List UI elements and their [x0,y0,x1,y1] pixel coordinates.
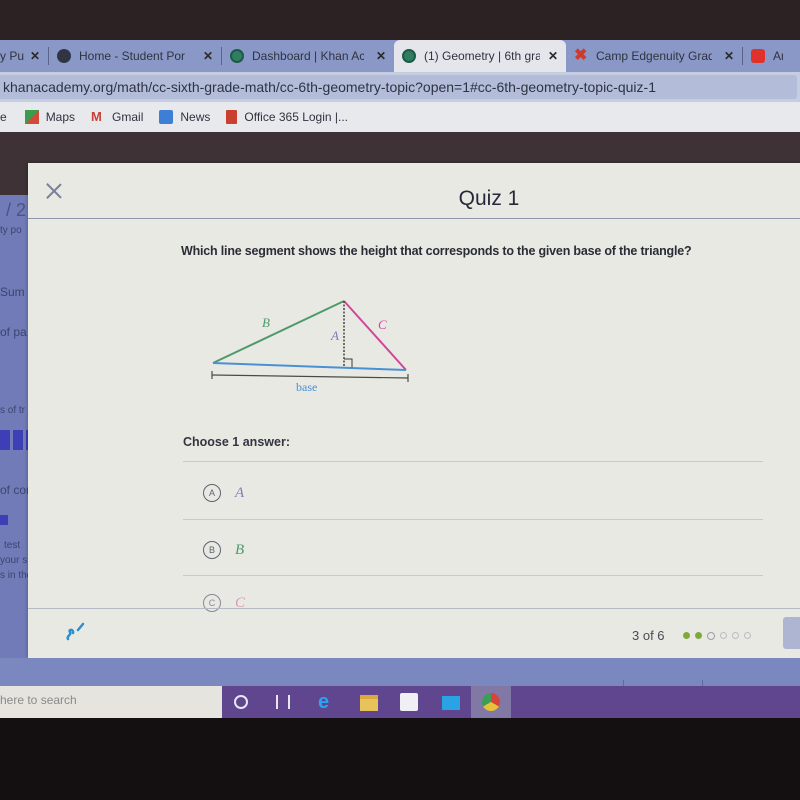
news-icon [159,110,174,124]
tab-title: y Pu [0,49,24,63]
scratchpad-pencil-icon[interactable] [64,621,86,643]
tab-close-icon[interactable]: ✕ [203,49,213,63]
bg-text: s of tr [0,405,26,416]
tab-close-icon[interactable]: ✕ [376,49,386,63]
globe-icon [57,49,71,63]
bookmark-news[interactable]: News [159,110,210,124]
progress-dot-5 [732,632,739,639]
progress-dot-4 [720,632,727,639]
choice-radio-b[interactable]: B [203,541,221,559]
choose-answer-label: Choose 1 answer: [183,435,290,449]
browser-tab-bar: y Pu ✕ Home - Student Portal ✕ Dashboard… [0,40,800,72]
address-bar: khanacademy.org/math/cc-sixth-grade-math… [0,72,800,102]
tab-title: Are [773,49,783,63]
bg-text: Sum [0,285,25,299]
choice-b[interactable]: B B [203,535,244,565]
bookmark-label: News [180,110,211,124]
edgenuity-x-icon: ✖ [574,47,588,64]
tab-title: Dashboard | Khan Acad [252,49,364,63]
bg-text: your s [0,555,28,566]
label-a: A [330,328,339,343]
divider [183,519,763,520]
bookmark-label: e [0,110,7,124]
screen: y Pu ✕ Home - Student Portal ✕ Dashboard… [0,0,800,800]
bg-text: ty po [0,225,22,236]
gmail-icon: M [91,109,102,124]
bookmark-apps[interactable]: e [0,110,7,124]
label-base: base [296,380,317,393]
maps-icon [24,110,39,124]
right-angle-marker [344,358,353,368]
progress-dot-3 [707,632,715,640]
question-text: Which line segment shows the height that… [181,244,692,258]
tab-0[interactable]: y Pu ✕ [0,40,48,72]
choice-a[interactable]: A A [203,478,244,508]
bookmark-label: Gmail [112,110,144,124]
choice-radio-a[interactable]: A [203,484,221,502]
tab-1[interactable]: Home - Student Portal ✕ [49,40,221,72]
bookmark-label: Office 365 Login |... [244,110,349,124]
khan-academy-icon [402,49,416,63]
tab-2[interactable]: Dashboard | Khan Acad ✕ [222,40,394,72]
next-button[interactable] [783,617,800,649]
tab-5[interactable]: Are [743,40,791,72]
modal-title: Quiz 1 [458,187,520,210]
bookmark-office[interactable]: Office 365 Login |... [226,110,348,124]
bg-progress-bar [0,515,8,525]
bg-text: / 2 [6,200,27,220]
progress-dot-2 [695,632,702,639]
label-c: C [378,317,387,332]
bg-text: of pa [0,325,27,339]
tab-3-active[interactable]: (1) Geometry | 6th grad ✕ [394,40,566,72]
label-b: B [262,315,270,330]
quiz-modal: Quiz 1 Which line segment shows the heig… [28,163,800,658]
chrome-icon[interactable] [482,693,500,711]
store-icon[interactable] [400,693,418,711]
choice-label-b: B [235,541,245,558]
tab-title: (1) Geometry | 6th grad [424,49,540,63]
taskbar-search-input[interactable]: here to search [0,686,222,718]
youtube-icon [751,49,765,63]
tab-title: Camp Edgenuity Grade [596,49,712,63]
divider [183,461,763,462]
file-explorer-icon[interactable] [360,695,378,711]
side-b [212,300,345,364]
base-side [212,362,407,371]
divider [183,575,763,576]
choice-label-a: A [235,484,245,501]
mail-icon[interactable] [442,696,460,710]
bg-text: test [4,540,21,551]
office-icon [226,110,238,124]
background-page-area [0,658,800,680]
triangle-diagram: B C A base [211,300,409,393]
bookmark-gmail[interactable]: M Gmail [91,109,144,125]
edge-icon[interactable]: e [318,692,336,712]
progress-text: 3 of 6 [632,628,665,643]
tab-4[interactable]: ✖ Camp Edgenuity Grade ✕ [566,40,742,72]
khan-academy-icon [230,49,244,63]
bookmarks-bar: e Maps M Gmail News Office 365 Login |..… [0,102,800,132]
monitor-bezel [0,718,800,800]
progress-dot-6 [744,632,751,639]
progress-dot-1 [683,632,690,639]
tab-title: Home - Student Portal [79,49,185,63]
task-view-icon[interactable] [276,695,290,709]
cortana-icon[interactable] [234,695,248,709]
base-measure-line [211,374,409,379]
side-c [343,300,407,371]
modal-footer: 3 of 6 [28,608,800,658]
bookmark-label: Maps [45,110,76,124]
tab-close-icon[interactable]: ✕ [548,49,558,63]
url-input[interactable]: khanacademy.org/math/cc-sixth-grade-math… [0,75,797,99]
tab-close-icon[interactable]: ✕ [30,49,40,63]
windows-taskbar: here to search e [0,686,800,718]
bookmark-maps[interactable]: Maps [24,110,76,124]
tab-close-icon[interactable]: ✕ [724,49,734,63]
modal-header: Quiz 1 [28,163,800,219]
progress-dots [683,632,751,640]
